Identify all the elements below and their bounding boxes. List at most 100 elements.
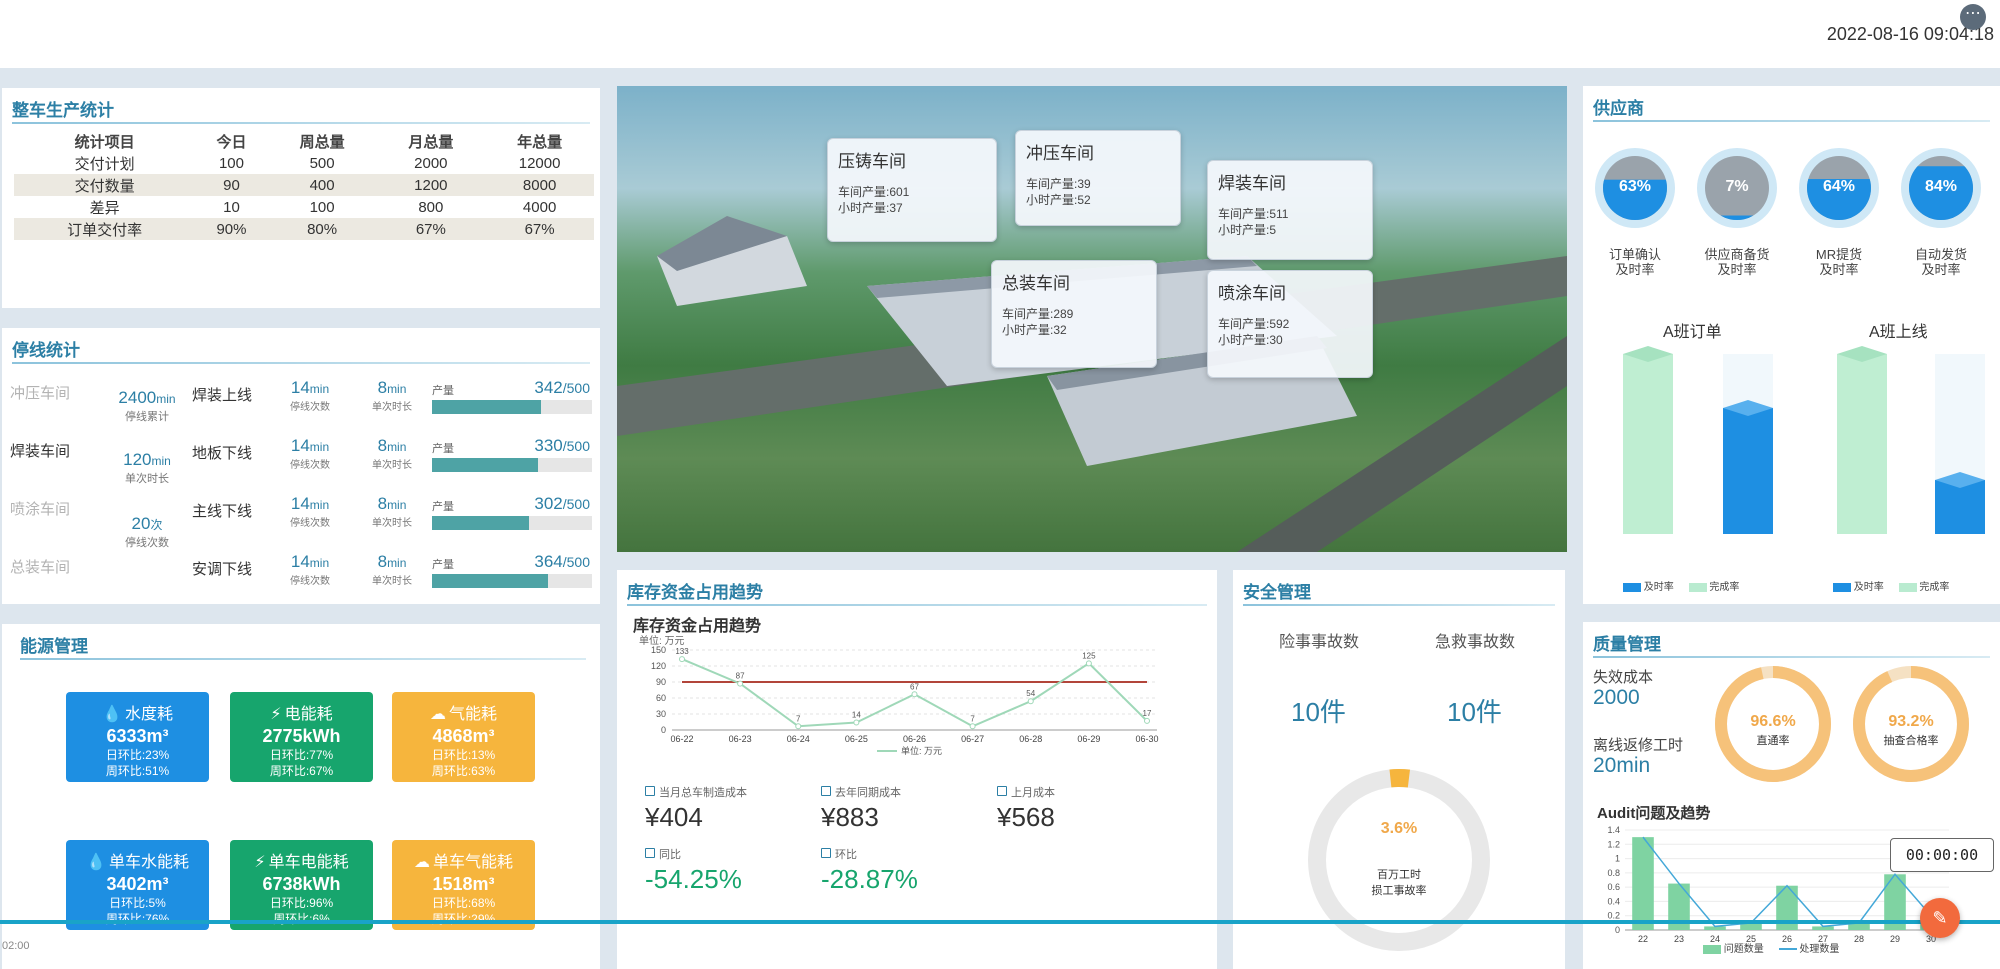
legend-swatch xyxy=(1623,582,1641,592)
legend-label: 完成率 xyxy=(1919,582,1950,593)
stat-cumulative: 2400min 停线累计 xyxy=(102,388,192,424)
stat-value: 2400 xyxy=(118,388,157,407)
y-tick-label: 0.8 xyxy=(1607,868,1620,878)
workshop-name[interactable]: 喷涂车间 xyxy=(10,498,70,519)
x-tick-label: 06-25 xyxy=(845,734,868,744)
card-title: 单车水能耗 xyxy=(108,854,189,871)
stat-unit: min xyxy=(387,556,407,570)
stat-label: 单次时长 xyxy=(372,518,412,529)
workshop-callout[interactable]: 压铸车间 车间产量:601 小时产量:37 xyxy=(827,138,997,242)
playback-time: 02:00 xyxy=(2,940,30,952)
legend-label: 问题数量 xyxy=(1723,944,1764,955)
stat-unit: min xyxy=(309,498,330,512)
calendar-icon xyxy=(997,786,1007,796)
ring-value: 93.2% xyxy=(1888,713,1933,730)
ball-value: 64% xyxy=(1822,178,1856,195)
energy-card[interactable]: ⚡ 单车电能耗 6738kWh 日环比:96% 周环比:6% xyxy=(230,840,373,930)
card-value: 3402m³ xyxy=(106,874,169,894)
ball-label: 及时率 xyxy=(1615,262,1655,277)
card-title-row: ☁ 单车气能耗 xyxy=(392,848,535,872)
legend-swatch xyxy=(1833,582,1851,592)
legend-label: 及时率 xyxy=(1643,582,1674,593)
callout-line: 车间产量:601 xyxy=(838,185,910,199)
table-row: 交付计划 100 500 2000 12000 xyxy=(14,152,594,174)
kpi-value: ¥883 xyxy=(821,802,879,832)
stat-value: 8 xyxy=(377,494,388,513)
y-tick-label: 1.4 xyxy=(1607,825,1620,835)
x-tick-label: 06-24 xyxy=(787,734,810,744)
production-title: 整车生产统计 xyxy=(12,101,114,120)
ball-value: 63% xyxy=(1618,178,1652,195)
data-point xyxy=(969,723,976,730)
callout-title: 焊装车间 xyxy=(1218,174,1286,193)
safety-donut xyxy=(1308,769,1490,951)
line-stat-count: 14min 停线次数 xyxy=(270,378,350,413)
workshop-name[interactable]: 焊装车间 xyxy=(10,440,70,461)
bar xyxy=(1632,837,1654,930)
card-weekly-ratio: 周环比:63% xyxy=(431,764,496,778)
stat-label: 停线次数 xyxy=(125,537,169,549)
card-title: 单车电能耗 xyxy=(268,854,349,871)
calendar-icon xyxy=(645,786,655,796)
data-point xyxy=(1085,660,1092,667)
energy-card[interactable]: 💧 水度耗 6333m³ 日环比:23% 周环比:51% xyxy=(66,692,209,782)
workshop-callout[interactable]: 冲压车间 车间产量:39 小时产量:52 xyxy=(1015,130,1181,226)
x-tick-label: 22 xyxy=(1638,934,1648,944)
workshop-callout[interactable]: 焊装车间车间产量:511 小时产量:5 xyxy=(1207,160,1373,260)
stat-value: 120 xyxy=(123,450,152,469)
production-panel: 整车生产统计 统计项目 今日 周总量 月总量 年总量 交付计划 100 500 … xyxy=(2,88,600,308)
progress-label: 产量 xyxy=(432,501,454,513)
callout-line: 车间产量:511 xyxy=(1218,207,1289,221)
pct-label: 环比 xyxy=(835,849,857,861)
workshop-name[interactable]: 冲压车间 xyxy=(10,382,70,403)
card-weekly-ratio: 周环比:29% xyxy=(431,912,496,926)
table-cell: 2000 xyxy=(414,154,448,172)
y-tick-label: 120 xyxy=(651,661,666,671)
timer-display[interactable]: 00:00:00 xyxy=(1890,838,1994,872)
stat-label: 停线累计 xyxy=(125,411,169,423)
table-cell: 1200 xyxy=(376,174,486,196)
table-cell: 订单交付率 xyxy=(14,218,196,240)
data-point xyxy=(1144,717,1150,724)
card-weekly-ratio: 周环比:51% xyxy=(105,764,170,778)
energy-card[interactable]: ☁ 气能耗 4868m³ 日环比:13% 周环比:63% xyxy=(392,692,535,782)
stat-unit: min xyxy=(387,382,407,396)
edit-pen-icon[interactable]: ✎ xyxy=(1920,898,1960,938)
progress-bar xyxy=(432,400,592,414)
playback-progress-bar[interactable] xyxy=(0,920,2000,924)
stat-unit: min xyxy=(309,556,330,570)
progress-count: 364/500 xyxy=(534,552,590,572)
produced-value: 342 xyxy=(534,378,563,397)
energy-card[interactable]: 💧 单车水能耗 3402m³ 日环比:5% 周环比:76% xyxy=(66,840,209,930)
workshop-callout[interactable]: 总装车间 车间产量:289 小时产量:32 xyxy=(991,260,1157,368)
workshop-name[interactable]: 总装车间 xyxy=(10,556,70,577)
table-cell: 67% xyxy=(376,218,486,240)
cloud-icon: ☁ xyxy=(429,706,446,723)
legend-swatch xyxy=(1898,582,1917,592)
produced-value: 330 xyxy=(534,436,563,455)
line-name: 地板下线 xyxy=(192,445,253,462)
data-label: 87 xyxy=(736,672,745,681)
supplier-panel: 供应商 63% 订单确认 及时率 7% 供应商备货 及时率 64% MR提货 及时率 84% 自动发… xyxy=(1583,86,2000,604)
calendar-icon xyxy=(645,848,655,858)
energy-card[interactable]: ⚡ 电能耗 2775kWh 日环比:77% 周环比:67% xyxy=(230,692,373,782)
stat-value: 20 xyxy=(131,514,151,533)
callout-line: 小时产量:5 xyxy=(1218,223,1277,237)
total-value: /500 xyxy=(562,554,590,570)
stat-label: 单次时长 xyxy=(372,402,412,413)
kpi-label: 去年同期成本 xyxy=(835,787,901,799)
table-row: 差异 10 100 800 4000 xyxy=(14,196,594,218)
callout-title: 压铸车间 xyxy=(838,152,906,171)
produced-value: 364 xyxy=(534,552,563,571)
workshop-callout[interactable]: 喷涂车间 车间产量:592 小时产量:30 xyxy=(1207,270,1373,378)
safety-item-value: 10件 xyxy=(1447,697,1502,727)
divider xyxy=(12,362,590,364)
stat-duration: 120min 单次时长 xyxy=(102,450,192,486)
progress-fill xyxy=(432,458,538,472)
divider xyxy=(1593,120,1990,122)
table-cell: 交付数量 xyxy=(14,174,196,196)
data-point xyxy=(1027,698,1034,705)
menu-dots-icon[interactable]: ⋯ xyxy=(1960,4,1986,30)
card-daily-ratio: 日环比:96% xyxy=(269,896,334,910)
energy-card[interactable]: ☁ 单车气能耗 1518m³ 日环比:68% 周环比:29% xyxy=(392,840,535,930)
